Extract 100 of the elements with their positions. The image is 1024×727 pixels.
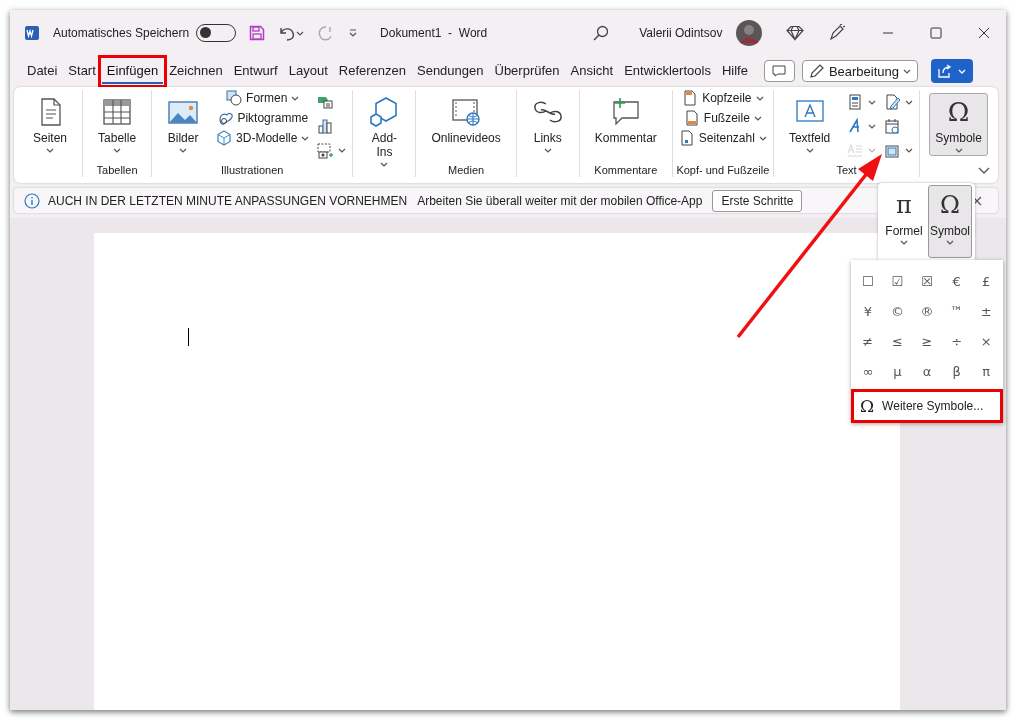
symbol-item[interactable]: ≥ <box>913 326 941 356</box>
ribbon-tab[interactable]: Zeichnen <box>164 58 228 84</box>
table-icon <box>101 96 134 128</box>
info-message: Arbeiten Sie überall weiter mit der mobilen Office-App <box>417 193 703 208</box>
ribbon-tab[interactable]: Einfügen <box>101 58 164 84</box>
footer-icon <box>683 110 700 126</box>
symbol-item[interactable]: µ <box>883 356 912 386</box>
ribbon-button[interactable]: Links <box>525 93 570 156</box>
ribbon-button[interactable]: Ω Symbol <box>928 185 972 258</box>
symbol-item[interactable]: ≤ <box>883 326 912 356</box>
more-symbols-item[interactable]: Ω Weitere Symbole... <box>854 392 1000 420</box>
symbol-item[interactable]: ± <box>972 296 1001 326</box>
shapes-icon <box>226 90 243 106</box>
ribbon-button[interactable]: Formen <box>226 90 300 106</box>
diamond-icon[interactable] <box>786 25 805 41</box>
symbol-item[interactable]: ≠ <box>853 326 882 356</box>
ribbon-tab[interactable]: Sendungen <box>412 58 489 84</box>
symbol-item[interactable]: β <box>942 356 971 386</box>
collapse-ribbon-icon[interactable] <box>978 167 990 175</box>
close-icon[interactable] <box>978 27 991 39</box>
symbol-item[interactable]: ☒ <box>913 266 941 296</box>
symbol-item[interactable]: ☐ <box>853 266 882 296</box>
header-icon <box>682 90 699 106</box>
info-title: AUCH IN DER LETZTEN MINUTE ANPASSUNGEN VORNEHMEN <box>48 193 408 208</box>
symbol-item[interactable]: € <box>942 266 971 296</box>
search-icon[interactable] <box>593 25 610 41</box>
ribbon-button[interactable]: Kommentar <box>588 93 663 148</box>
symbol-item[interactable]: π <box>972 356 1001 386</box>
caret-icon <box>958 68 967 74</box>
film-globe-icon <box>450 96 483 128</box>
share-button[interactable] <box>931 59 974 83</box>
ribbon-button[interactable]: Ω Symbole <box>929 93 988 156</box>
ribbon-button[interactable]: Tabelle <box>92 93 143 156</box>
symbol-item[interactable]: ™ <box>942 296 971 326</box>
comments-button[interactable] <box>763 60 795 82</box>
maximize-icon[interactable] <box>930 27 943 39</box>
caret-icon <box>946 240 954 245</box>
autosave-label: Automatisches Speichern <box>53 26 190 40</box>
get-started-button[interactable]: Erste Schritte <box>712 189 803 212</box>
ribbon-tab[interactable]: Layout <box>283 58 333 84</box>
undo-icon[interactable] <box>278 25 297 41</box>
group-label: Tabellen <box>95 163 139 177</box>
group-label: Illustrationen <box>220 163 285 177</box>
pen-icon[interactable] <box>828 24 847 42</box>
cube-icon <box>216 130 233 146</box>
ribbon-button[interactable]: Bilder <box>161 93 206 156</box>
customize-icon[interactable] <box>348 28 359 38</box>
group-label: Text <box>835 163 858 177</box>
symbol-item[interactable]: © <box>883 296 912 326</box>
window-title: Dokument1 - Word <box>380 26 488 40</box>
symbol-item[interactable]: ® <box>913 296 941 326</box>
page-number-icon <box>678 130 695 146</box>
ribbon-button[interactable]: Kopfzeile <box>682 90 764 106</box>
user-name[interactable]: Valerii Odintsov <box>639 26 723 40</box>
text-cursor <box>188 328 189 346</box>
caret-icon <box>903 68 912 74</box>
caret-icon <box>296 30 305 36</box>
symbol-item[interactable]: α <box>913 356 941 386</box>
caret-icon <box>900 240 908 245</box>
ribbon-button[interactable]: Onlinevideos <box>425 93 507 148</box>
group-label: Kommentare <box>593 163 659 177</box>
word-logo-icon <box>24 25 40 41</box>
group-label: Kopf- und Fußzeile <box>675 163 770 177</box>
ribbon-button[interactable]: Textfeld <box>782 93 837 156</box>
pictogram-icon <box>217 110 234 126</box>
comment-icon <box>772 65 787 77</box>
ribbon-tab[interactable]: Datei <box>22 58 63 84</box>
ribbon-button[interactable]: Fußzeile <box>683 110 762 126</box>
group-label: Medien <box>447 163 486 177</box>
window-icon <box>884 142 901 159</box>
ribbon-tab[interactable]: Hilfe <box>716 58 753 84</box>
ribbon-button[interactable]: Seiten <box>27 93 74 156</box>
symbol-item[interactable]: ∞ <box>853 356 882 386</box>
symbol-item[interactable]: £ <box>972 266 1001 296</box>
pen-icon <box>884 94 901 111</box>
symbol-item[interactable]: ¥ <box>853 296 882 326</box>
pencil-icon <box>808 63 825 79</box>
editing-mode-button[interactable]: Bearbeitung <box>801 60 919 82</box>
drop-cap-icon <box>847 142 864 159</box>
ribbon-button[interactable]: π Formel <box>882 185 926 258</box>
diagram-icon <box>317 94 334 111</box>
ribbon-tab[interactable]: Ansicht <box>565 58 619 84</box>
ribbon-button[interactable]: 3D-Modelle <box>216 130 310 146</box>
ribbon-tab[interactable]: Überprüfen <box>489 58 565 84</box>
symbol-item[interactable]: ☑ <box>883 266 912 296</box>
save-icon[interactable] <box>249 25 266 41</box>
ribbon-button[interactable]: Add-Ins <box>362 93 407 170</box>
ribbon-button[interactable]: Piktogramme <box>217 110 309 126</box>
avatar[interactable] <box>736 20 763 46</box>
bar-chart-icon <box>317 118 334 135</box>
document-icon <box>847 94 864 111</box>
symbol-item[interactable]: ÷ <box>942 326 971 356</box>
share-icon <box>938 64 953 78</box>
ribbon-button[interactable]: Seitenzahl <box>678 130 767 146</box>
ribbon-tab[interactable]: Start <box>63 58 101 84</box>
calendar-icon <box>884 118 901 135</box>
symbol-item[interactable]: × <box>972 326 1001 356</box>
ribbon-tab[interactable]: Entwicklertools <box>619 58 716 84</box>
ribbon-tab[interactable]: Entwurf <box>228 58 283 84</box>
ribbon-tab[interactable]: Referenzen <box>333 58 411 84</box>
